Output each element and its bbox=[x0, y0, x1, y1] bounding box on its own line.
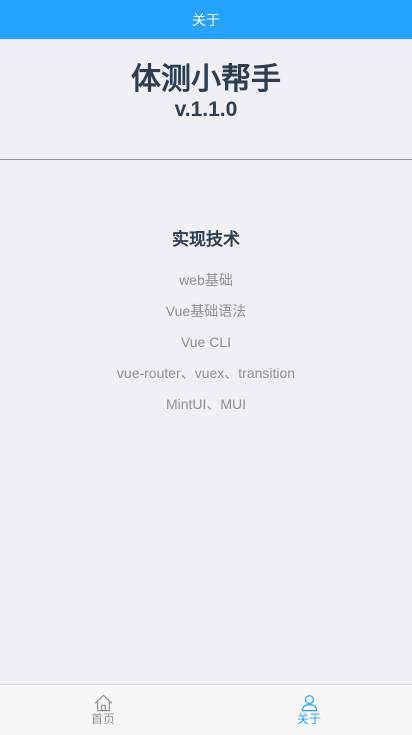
bottom-tabbar: 首页 关于 bbox=[0, 684, 412, 735]
tech-list: web基础 Vue基础语法 Vue CLI vue-router、vuex、tr… bbox=[0, 272, 412, 429]
tech-item: web基础 bbox=[179, 272, 233, 288]
tech-item: vue-router、vuex、transition bbox=[116, 365, 296, 381]
tech-item: Vue基础语法 bbox=[165, 303, 247, 319]
tab-about[interactable]: 关于 bbox=[206, 685, 412, 735]
header-title: 关于 bbox=[192, 11, 220, 28]
tab-home[interactable]: 首页 bbox=[0, 685, 206, 735]
user-icon bbox=[301, 695, 317, 712]
about-page: 关于 体测小帮手 v.1.1.0 实现技术 web基础 Vue基础语法 Vue … bbox=[0, 0, 412, 735]
top-header: 关于 bbox=[0, 0, 412, 39]
app-name: 体测小帮手 bbox=[131, 63, 281, 96]
app-version: v.1.1.0 bbox=[174, 98, 238, 121]
tab-home-label: 首页 bbox=[90, 712, 115, 726]
app-info: 体测小帮手 v.1.1.0 bbox=[0, 39, 412, 159]
tech-item: Vue CLI bbox=[180, 334, 232, 350]
tech-title: 实现技术 bbox=[172, 230, 240, 249]
tech-item: MintUI、MUI bbox=[165, 396, 247, 412]
divider bbox=[0, 159, 412, 160]
home-icon bbox=[94, 694, 112, 712]
tab-about-label: 关于 bbox=[296, 712, 321, 726]
tech-section: 实现技术 web基础 Vue基础语法 Vue CLI vue-router、vu… bbox=[0, 228, 412, 429]
